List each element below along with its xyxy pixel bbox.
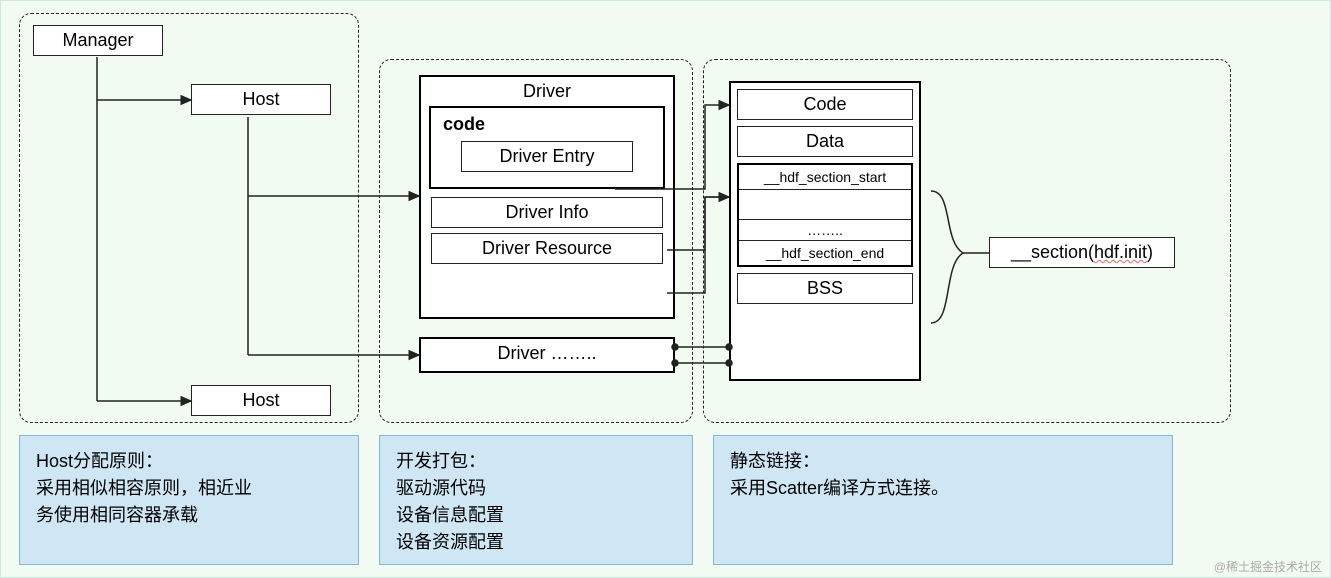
label-hdf-end: __hdf_section_end xyxy=(766,245,884,261)
caption-mid-line3: 设备资源配置 xyxy=(396,529,676,556)
caption-mid: 开发打包： 驱动源代码 设备信息配置 设备资源配置 xyxy=(379,435,693,565)
label-host-2: Host xyxy=(242,390,279,410)
label-code-section: Code xyxy=(803,94,846,114)
caption-left: Host分配原则： 采用相似相容原则，相近业 务使用相同容器承载 xyxy=(19,435,359,565)
box-host-1: Host xyxy=(191,84,331,115)
label-section-arg: hdf.init xyxy=(1094,242,1147,262)
box-section-annotation: __section(hdf.init) xyxy=(989,237,1175,268)
box-driver-more: Driver …….. xyxy=(419,337,675,373)
box-hdf-blank xyxy=(739,190,911,220)
caption-left-line2: 务使用相同容器承载 xyxy=(36,502,342,529)
label-manager: Manager xyxy=(62,30,133,50)
caption-mid-title: 开发打包： xyxy=(396,448,676,475)
caption-left-title: Host分配原则： xyxy=(36,448,342,475)
box-driver-info: Driver Info xyxy=(431,197,663,228)
caption-left-line1: 采用相似相容原则，相近业 xyxy=(36,475,342,502)
box-manager: Manager xyxy=(33,25,163,56)
label-hdf-start: __hdf_section_start xyxy=(764,169,886,185)
label-section-text: __section( xyxy=(1011,242,1094,262)
box-code-section: Code xyxy=(737,89,913,120)
label-hdf-mid: …….. xyxy=(807,222,843,238)
box-hdf-start: __hdf_section_start xyxy=(739,165,911,190)
box-bss: BSS xyxy=(737,273,913,304)
label-bss: BSS xyxy=(807,278,843,298)
label-driver-entry: Driver Entry xyxy=(499,146,594,166)
caption-mid-line2: 设备信息配置 xyxy=(396,502,676,529)
box-data-section: Data xyxy=(737,126,913,157)
box-hdf-mid: …….. xyxy=(739,220,911,241)
caption-right-line1: 采用Scatter编译方式连接。 xyxy=(730,475,1156,502)
label-section-close: ) xyxy=(1147,242,1153,262)
caption-right: 静态链接： 采用Scatter编译方式连接。 xyxy=(713,435,1173,565)
diagram-canvas: Manager Host Host Driver code Driver Ent… xyxy=(0,0,1331,578)
label-driver-title: Driver xyxy=(421,77,673,106)
label-host-1: Host xyxy=(242,89,279,109)
label-driver-more: Driver …….. xyxy=(498,343,597,363)
box-host-2: Host xyxy=(191,385,331,416)
label-code-bold: code xyxy=(439,114,655,135)
box-hdf-group: __hdf_section_start …….. __hdf_section_e… xyxy=(737,163,913,267)
box-code: code Driver Entry xyxy=(429,106,665,189)
label-data-section: Data xyxy=(806,131,844,151)
box-driver-group: Driver code Driver Entry Driver Info Dri… xyxy=(419,75,675,319)
box-driver-entry: Driver Entry xyxy=(461,141,634,172)
caption-mid-line1: 驱动源代码 xyxy=(396,475,676,502)
box-driver-resource: Driver Resource xyxy=(431,233,663,264)
caption-right-title: 静态链接： xyxy=(730,448,1156,475)
label-driver-resource: Driver Resource xyxy=(482,238,612,258)
label-driver-info: Driver Info xyxy=(505,202,588,222)
panel-manager-host xyxy=(19,13,359,423)
box-sections-outer: Code Data __hdf_section_start …….. __hdf… xyxy=(729,81,921,381)
box-hdf-end: __hdf_section_end xyxy=(739,241,911,265)
watermark: @稀土掘金技术社区 xyxy=(1214,558,1322,575)
